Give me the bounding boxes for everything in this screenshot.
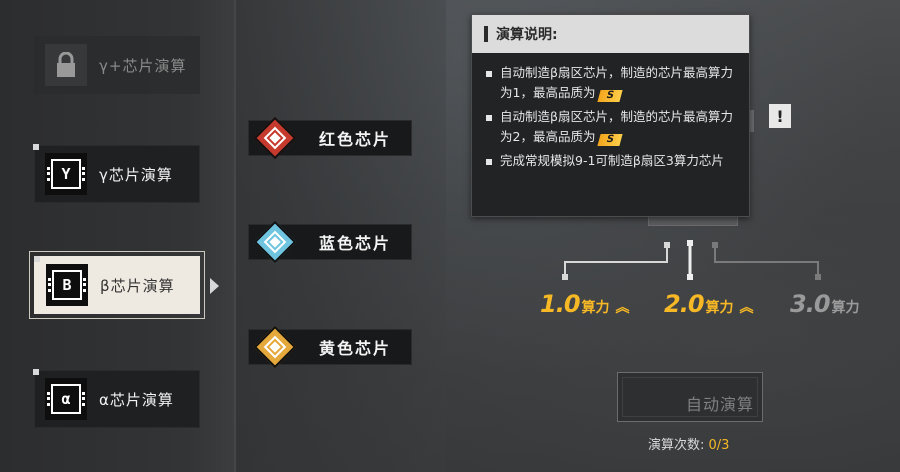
power-option-1[interactable]: 1.0 算力 ︽ [540, 290, 630, 318]
chevron-up-icon: ︽ [739, 300, 754, 316]
power-option-2[interactable]: 2.0 算力 ︽ [664, 290, 754, 318]
auto-calculate-button[interactable]: 自动演算 [617, 372, 763, 422]
power-option-3[interactable]: 3.0 算力 [790, 290, 860, 318]
power-connector-lines [562, 240, 821, 280]
chevron-up-icon: ︽ [615, 300, 630, 316]
calculation-count: 演算次数: 0/3 [648, 438, 730, 453]
